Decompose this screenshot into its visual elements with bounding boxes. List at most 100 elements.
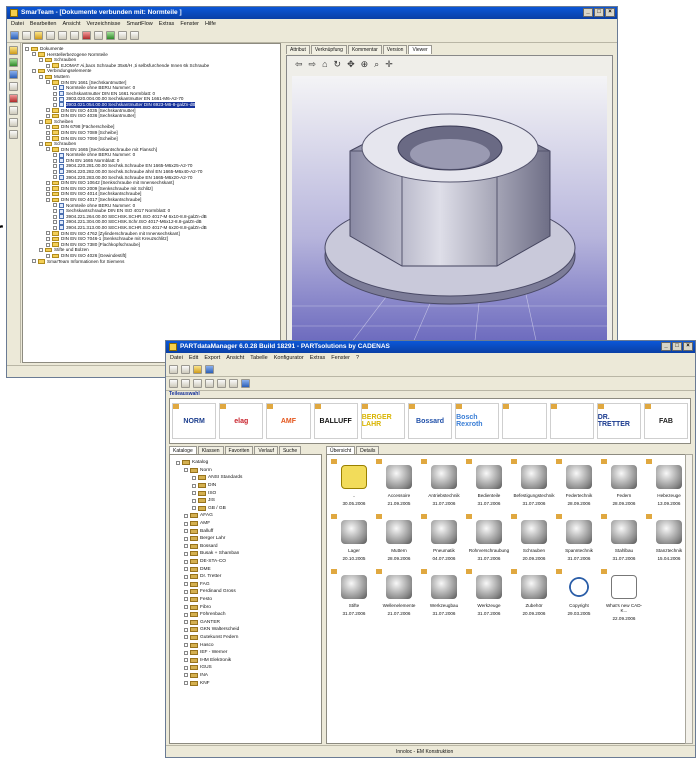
minimize-button[interactable]: _ [661,342,671,351]
expand-toggle[interactable] [53,220,57,225]
expand-toggle[interactable] [46,197,50,202]
zoom-in-icon[interactable]: ⊕ [361,59,369,70]
folder-icon[interactable] [193,365,202,374]
close-button[interactable]: × [605,8,615,17]
expand-toggle[interactable] [176,460,180,465]
expand-toggle[interactable] [32,259,36,264]
expand-toggle[interactable] [53,164,57,169]
copy-icon[interactable] [58,31,67,40]
expand-toggle[interactable] [192,498,196,503]
menu-item[interactable]: Datei [11,19,24,29]
manufacturer-logo[interactable] [502,403,547,439]
catalog-tree-node[interactable]: Bossard [174,543,321,551]
catalog-tree-node[interactable]: DIN [174,482,321,490]
catalog-item[interactable]: Antriebstechnik 31.07.2006 [421,459,465,517]
expand-toggle[interactable] [53,158,57,163]
expand-toggle[interactable] [46,181,50,186]
expand-toggle[interactable] [53,85,57,90]
catalog-item[interactable]: Pneumatik 04.07.2006 [421,514,465,572]
catalog-tree-node[interactable]: IHM Elektronik [174,656,321,664]
expand-toggle[interactable] [46,108,50,113]
manufacturer-logo[interactable]: BALLUFF [313,403,358,439]
side-tool-icon[interactable] [9,106,18,115]
catalog-item[interactable]: Hebezeuge 13.09.2006 [646,459,690,517]
expand-toggle[interactable] [184,551,188,556]
expand-toggle[interactable] [184,567,188,572]
manufacturer-logo[interactable]: elag [219,403,264,439]
catalog-tree-node[interactable]: GANTER [174,618,321,626]
expand-toggle[interactable] [53,97,57,102]
help-icon[interactable] [130,31,139,40]
3d-viewer[interactable]: ⇦ ⇨ ⌂ ↻ ✥ ⊕ ⌕ ✛ [286,55,613,373]
expand-toggle[interactable] [184,589,188,594]
expand-toggle[interactable] [46,130,50,135]
save-icon[interactable] [34,31,43,40]
expand-toggle[interactable] [192,491,196,496]
view-icon[interactable] [118,31,127,40]
side-tool-icon[interactable] [9,130,18,139]
catalog-item[interactable]: Werkzeugbau 31.07.2006 [421,569,465,627]
expand-toggle[interactable] [184,627,188,632]
menu-item[interactable]: Edit [189,353,198,363]
catalog-tree-node[interactable]: INA [174,672,321,680]
catalog-item[interactable]: Muttern 28.09.2006 [376,514,420,572]
manufacturer-logo[interactable]: Bossard [407,403,453,439]
expand-toggle[interactable] [184,681,188,686]
expand-toggle[interactable] [53,214,57,219]
expand-toggle[interactable] [184,643,188,648]
catalog-item[interactable]: Zubehör 20.09.2006 [511,569,555,627]
expand-toggle[interactable] [53,102,57,107]
side-tool-icon[interactable] [9,82,18,91]
catalog-tree-node[interactable]: IGUS [174,664,321,672]
expand-toggle[interactable] [184,521,188,526]
menu-item[interactable]: Tabelle [250,353,267,363]
side-tool-icon[interactable] [9,58,18,67]
catalog-item[interactable]: Federtechnik 28.09.2006 [556,459,600,517]
expand-toggle[interactable] [46,63,50,68]
tree-node[interactable]: SmarTeam Informationen für Siemens [25,259,280,265]
side-tool-icon[interactable] [9,118,18,127]
expand-toggle[interactable] [46,192,50,197]
expand-toggle[interactable] [53,91,57,96]
expand-toggle[interactable] [184,529,188,534]
catalog-item[interactable]: Werkzeuge 31.07.2006 [466,569,510,627]
forward-icon[interactable]: ⇨ [309,59,317,70]
pan-icon[interactable]: ✥ [347,59,355,70]
new-icon[interactable] [10,31,19,40]
expand-toggle[interactable] [184,673,188,678]
expand-toggle[interactable] [184,658,188,663]
expand-toggle[interactable] [53,225,57,230]
minimize-button[interactable]: _ [583,8,593,17]
expand-toggle[interactable] [53,169,57,174]
expand-toggle[interactable] [184,582,188,587]
paste-icon[interactable] [70,31,79,40]
expand-toggle[interactable] [184,513,188,518]
catalog-tree-node[interactable]: Föhrenbach [174,611,321,619]
tool-icon[interactable] [229,379,238,388]
catalog-tree-node[interactable]: Norm [174,467,321,475]
catalog-tree-node[interactable]: GKN Walterscheid [174,626,321,634]
catalog-item[interactable]: Rohrverschraubung 31.07.2006 [466,514,510,572]
expand-toggle[interactable] [53,209,57,214]
refresh-icon[interactable] [106,31,115,40]
expand-toggle[interactable] [46,113,50,118]
tool-icon[interactable] [169,379,178,388]
viewer-canvas[interactable] [292,76,607,368]
catalog-tree-node[interactable]: ANSI Standards [174,474,321,482]
close-button[interactable]: × [683,342,693,351]
menu-item[interactable]: Ansicht [226,353,244,363]
side-tool-icon[interactable] [9,94,18,103]
help-icon[interactable] [205,365,214,374]
catalog-tree-node[interactable]: ISO [174,489,321,497]
expand-toggle[interactable] [192,483,196,488]
menu-item[interactable]: Extras [310,353,326,363]
catalog-item[interactable]: Schrauben 20.09.2006 [511,514,555,572]
catalog-item[interactable]: Stahlbau 31.07.2006 [601,514,645,572]
catalog-item[interactable]: Stanztechnik 15.04.2006 [646,514,690,572]
menu-item[interactable]: Datei [170,353,183,363]
expand-toggle[interactable] [53,203,57,208]
menu-item[interactable]: Fenster [180,19,199,29]
catalog-item[interactable]: Wellenelemente 21.07.2006 [376,569,420,627]
open-icon[interactable] [22,31,31,40]
back-icon[interactable]: ⇦ [295,59,303,70]
